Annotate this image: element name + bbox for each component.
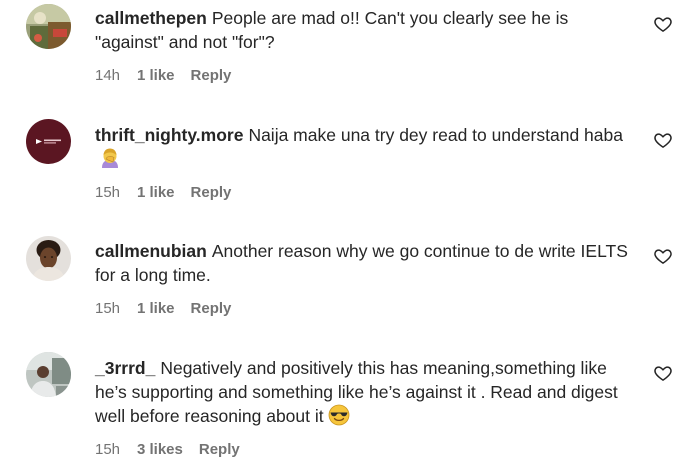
comments-list: callmethepen People are mad o!! Can't you… xyxy=(0,0,688,474)
comment-username[interactable]: _3rrrd_ xyxy=(95,358,155,378)
avatar[interactable] xyxy=(26,352,71,397)
comment-timestamp[interactable]: 15h xyxy=(95,184,137,202)
avatar[interactable] xyxy=(26,119,71,164)
reply-button[interactable]: Reply xyxy=(191,184,232,202)
like-heart-icon[interactable] xyxy=(653,246,673,266)
like-heart-icon[interactable] xyxy=(653,363,673,383)
comment-timestamp[interactable]: 14h xyxy=(95,67,137,85)
like-heart-icon[interactable] xyxy=(653,130,673,150)
comment-timestamp[interactable]: 15h xyxy=(95,441,137,459)
brand-logo-avatar-icon xyxy=(26,119,71,164)
comment-timestamp[interactable]: 15h xyxy=(95,300,137,318)
like-heart-icon[interactable] xyxy=(653,14,673,34)
comment-username[interactable]: thrift_nighty.more xyxy=(95,125,243,145)
person-facepalming-emoji-icon xyxy=(102,148,118,168)
smiling-face-with-sunglasses-emoji-icon xyxy=(328,404,350,426)
reply-button[interactable]: Reply xyxy=(199,441,240,459)
comment-likes-count[interactable]: 1 like xyxy=(137,184,175,202)
profile-photo-icon xyxy=(26,352,71,397)
comment-username[interactable]: callmenubian xyxy=(95,241,207,261)
comment-text: Naija make una try dey read to understan… xyxy=(248,125,623,145)
profile-photo-icon xyxy=(26,4,71,49)
profile-photo-icon xyxy=(26,236,71,281)
avatar[interactable] xyxy=(26,4,71,49)
comment-likes-count[interactable]: 1 like xyxy=(137,300,175,318)
reply-button[interactable]: Reply xyxy=(191,67,232,85)
reply-button[interactable]: Reply xyxy=(191,300,232,318)
avatar[interactable] xyxy=(26,236,71,281)
comment-likes-count[interactable]: 3 likes xyxy=(137,441,183,459)
comment-likes-count[interactable]: 1 like xyxy=(137,67,175,85)
comment-username[interactable]: callmethepen xyxy=(95,8,207,28)
comment-text: Negatively and positively this has meani… xyxy=(95,358,618,426)
